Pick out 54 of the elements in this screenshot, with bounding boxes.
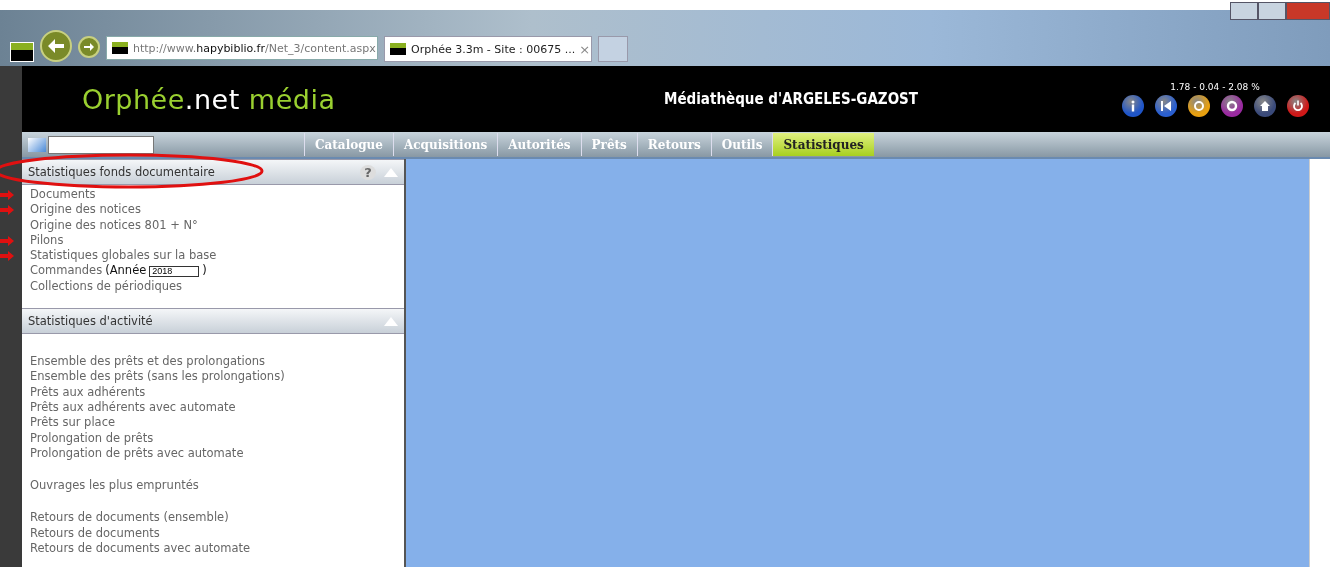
library-title: Médiathèque d'ARGELES-GAZOST [662,90,920,108]
stats-link[interactable]: Prêts aux adhérents [30,384,396,400]
refresh-icon[interactable] [1187,94,1210,117]
stats-link[interactable]: Prolongation de prêts avec automate [30,445,396,462]
stats-link[interactable]: Ouvrages les plus empruntés [30,478,396,494]
stats-link[interactable]: Retours de documents [30,525,396,542]
stats-link[interactable]: Prêts aux adhérents avec automate [30,399,396,416]
power-icon[interactable] [1286,94,1309,117]
arrow-icon [0,251,14,262]
browser-tab[interactable]: Orphée 3.3m - Site : 00675 ... × [384,36,592,62]
arrow-icon [0,205,14,216]
panel-title: Statistiques fonds documentaire [28,165,216,179]
stats-text: 1.78 - 0.04 - 2.08 % [1170,81,1260,92]
panel-header[interactable]: Statistiques d'activité [22,308,404,335]
address-field[interactable]: http://www.hapybiblio.fr/Net_3/content.aspx [106,36,378,60]
stats-link[interactable]: Ensemble des prêts (sans les prolongations) [30,369,396,385]
arrow-icon [0,235,14,246]
arrow-right-icon [84,43,94,51]
stats-link[interactable]: Retours de documents (ensemble) [30,510,396,526]
close-icon[interactable]: × [579,41,591,57]
stats-link[interactable]: Collections de périodiques [30,278,396,295]
forward-button[interactable] [78,36,100,58]
site-logo-icon [111,41,129,55]
stats-link[interactable]: Origine des notices 801 + N° [30,217,396,233]
closing-paren: ) [202,263,207,279]
panel-header[interactable]: Statistiques fonds documentaire ? [22,159,404,185]
stats-link[interactable]: Documents [30,187,396,203]
back-button[interactable] [40,30,72,62]
arrow-left-icon [48,39,64,53]
stats-link[interactable]: Prêts sur place [30,415,396,431]
stats-link[interactable]: Pilons [30,232,396,249]
info-icon[interactable] [1121,94,1144,117]
stats-link[interactable]: Commandes [30,263,103,279]
app-logo: Orphée.net média [82,83,337,115]
stats-link[interactable]: Statistiques globales sur la base [30,248,396,264]
stats-link[interactable]: Origine des notices [30,202,396,218]
help-icon[interactable]: ? [360,164,376,180]
nav-tab[interactable]: Statistiques [772,133,874,156]
ring-icon[interactable] [1220,94,1243,117]
skip-back-icon[interactable] [1154,94,1177,117]
site-logo-icon [10,42,34,62]
search-field[interactable] [48,135,154,154]
maximize-button[interactable] [1258,2,1286,20]
year-field[interactable]: 2018 [149,265,200,277]
stats-link[interactable]: Prolongation de prêts [30,430,396,446]
year-label: (Année [105,263,147,279]
stats-link[interactable]: Retours de documents avec automate [30,541,396,557]
arrow-icon [0,190,14,200]
stats-link[interactable]: Ensemble des prêts et des prolongations [30,354,396,370]
site-logo-icon [389,42,407,56]
panel-title: Statistiques d'activité [28,314,154,329]
flag-icon [28,137,46,152]
home-icon[interactable] [1253,94,1276,117]
minimize-button[interactable] [1230,2,1258,20]
